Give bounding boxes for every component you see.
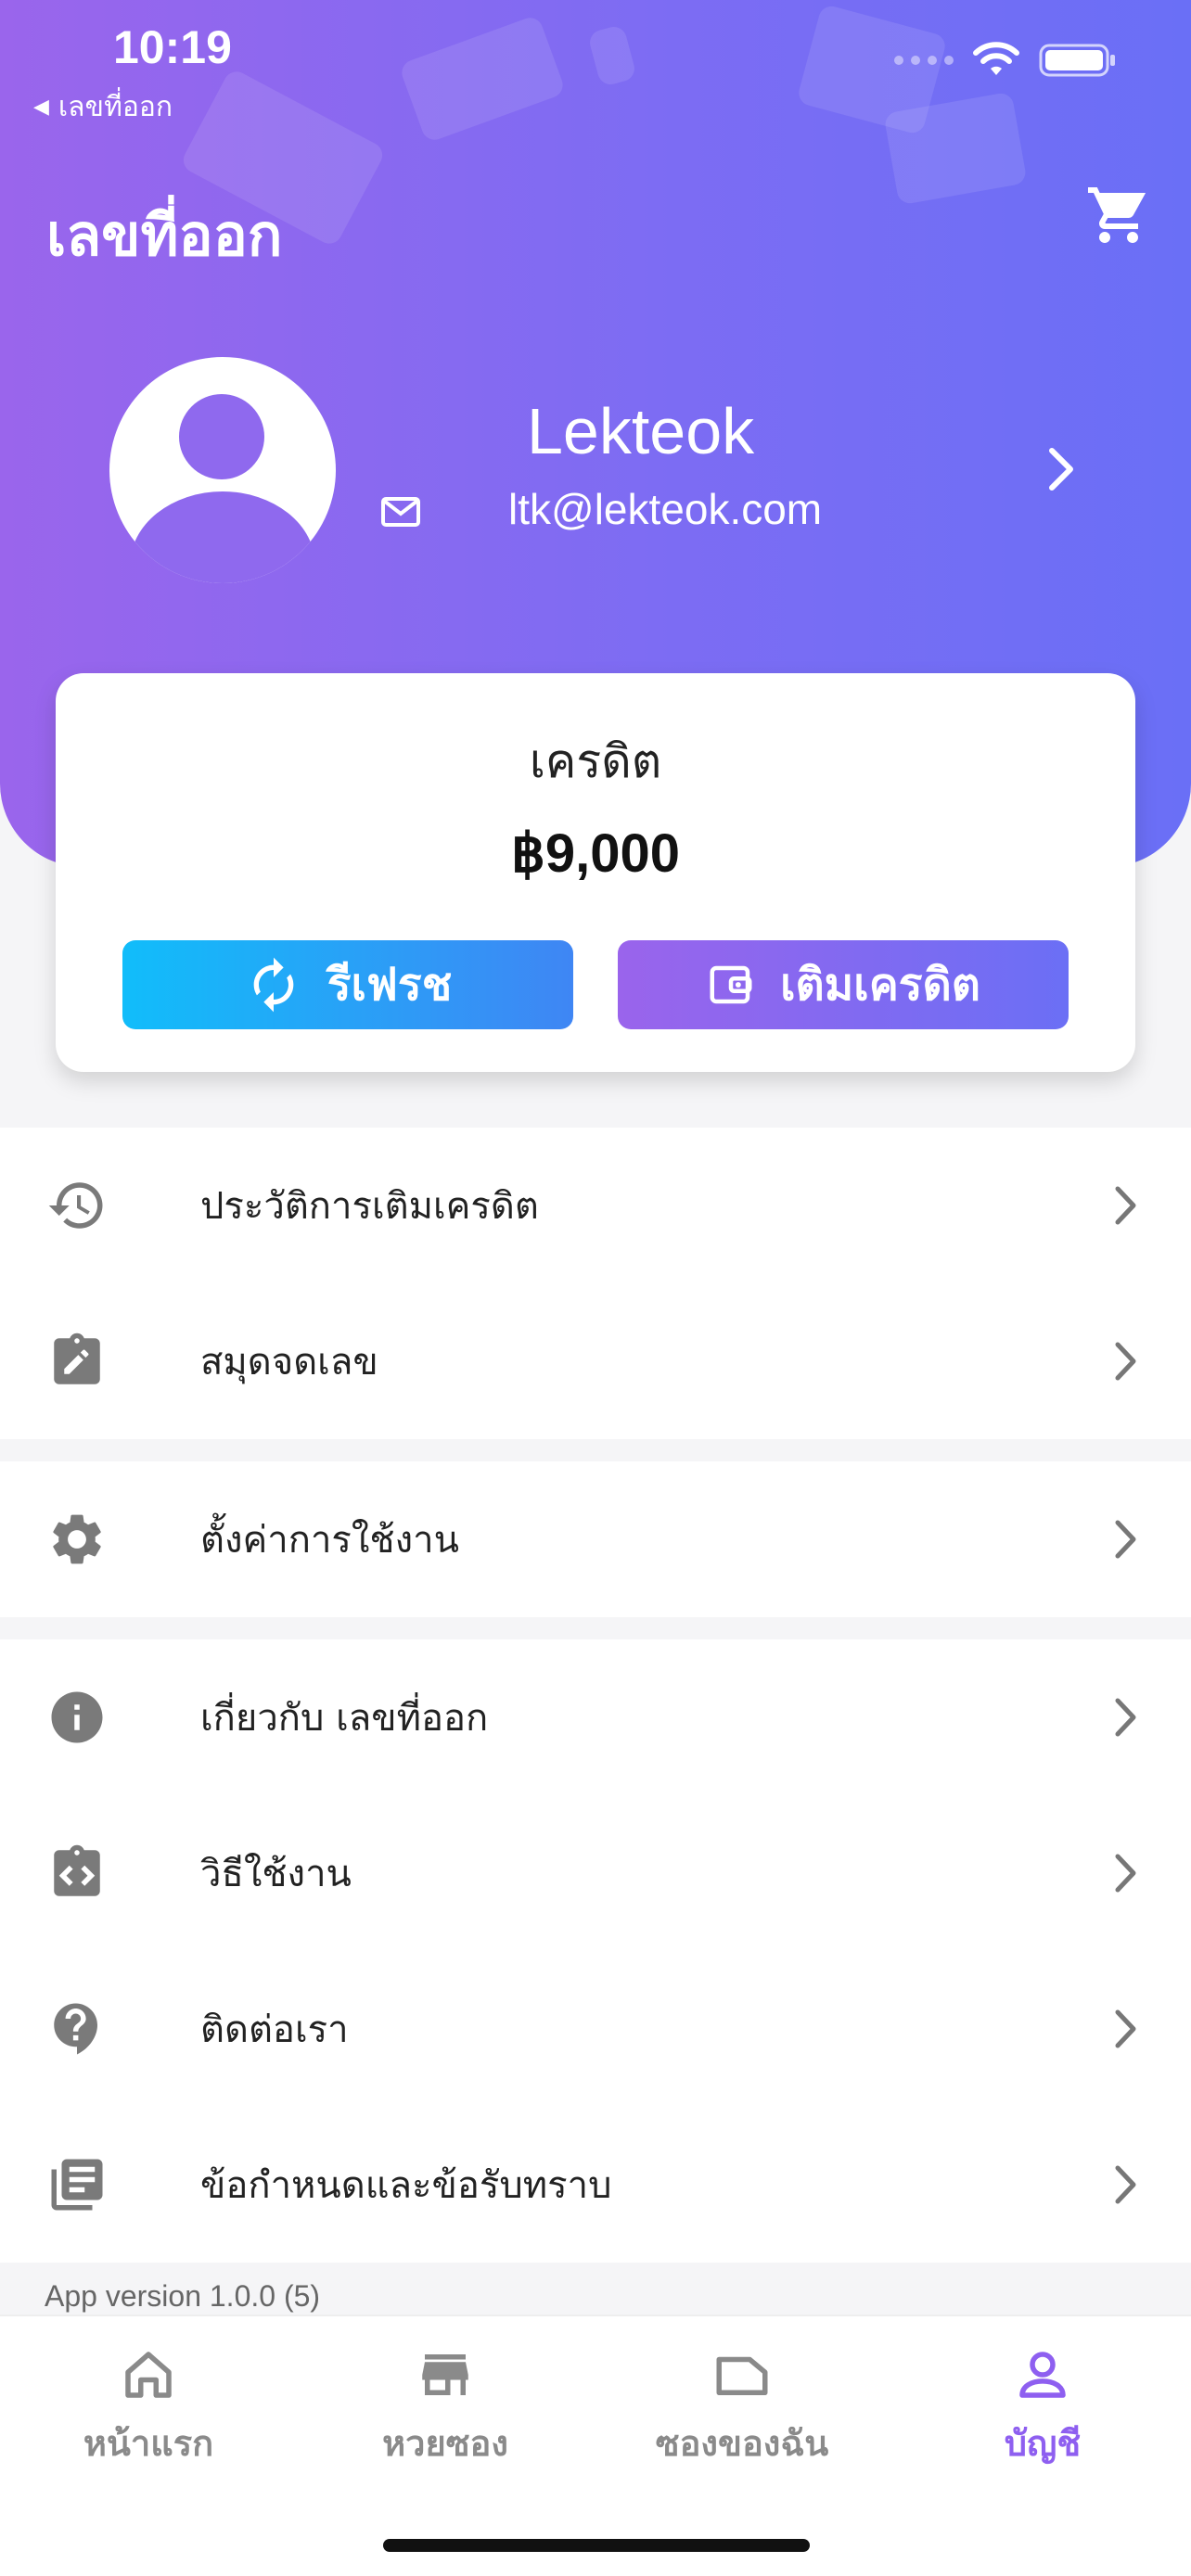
menu-item-label: สมุดจดเลข — [200, 1341, 378, 1384]
menu-item-how-to-use[interactable]: วิธีใช้งาน — [0, 1795, 1191, 1951]
back-to-app-link[interactable]: ◀ เลขที่ออก — [33, 85, 173, 129]
bottom-tab-bar: หน้าแรก หวยซอง ซองของฉัน บัญชี — [0, 2315, 1191, 2576]
wifi-icon — [973, 42, 1019, 75]
refresh-label: รีเฟรช — [327, 959, 453, 1011]
code-badge-icon — [54, 1844, 100, 1896]
money-decoration — [398, 14, 567, 144]
tab-label: หวยซอง — [382, 2423, 508, 2464]
tab-my-envelopes[interactable]: ซองของฉัน — [594, 2344, 890, 2471]
avatar[interactable] — [109, 357, 336, 583]
profile-email: ltk@lekteok.com — [508, 485, 823, 533]
menu-item-settings[interactable]: ตั้งค่าการใช้งาน — [0, 1461, 1191, 1617]
status-indicators — [894, 42, 1117, 79]
profile-name: Lekteok — [527, 395, 755, 467]
gear-icon — [53, 1514, 101, 1564]
menu-item-about[interactable]: เกี่ยวกับ เลขที่ออก — [0, 1639, 1191, 1795]
menu-item-label: ตั้งค่าการใช้งาน — [200, 1519, 459, 1562]
menu-item-label: วิธีใช้งาน — [200, 1853, 352, 1895]
refresh-button[interactable]: รีเฟรช — [122, 940, 573, 1029]
tab-lottery-store[interactable]: หวยซอง — [297, 2344, 594, 2471]
chevron-right-icon — [1115, 1520, 1136, 1559]
chevron-right-icon[interactable] — [1043, 443, 1080, 495]
tab-label: บัญชี — [1004, 2423, 1082, 2464]
home-indicator[interactable] — [383, 2539, 810, 2552]
chevron-right-icon — [1115, 1698, 1136, 1737]
menu-item-label: เกี่ยวกับ เลขที่ออก — [200, 1697, 489, 1740]
document-list-icon — [51, 2159, 103, 2211]
info-icon — [51, 1691, 103, 1743]
tab-account[interactable]: บัญชี — [894, 2344, 1191, 2471]
menu-item-label: ประวัติการเติมเครดิต — [200, 1185, 539, 1228]
chevron-right-icon — [1115, 1186, 1136, 1225]
back-triangle-icon: ◀ — [33, 96, 49, 119]
menu-group-credit: ประวัติการเติมเครดิต สมุดจดเลข — [0, 1128, 1191, 1439]
mail-icon — [381, 497, 420, 527]
help-bubble-icon — [54, 2003, 97, 2055]
credit-card: เครดิต ฿9,000 รีเฟรช เติมเครดิต — [56, 673, 1135, 1072]
menu-group-settings: ตั้งค่าการใช้งาน — [0, 1461, 1191, 1617]
person-icon — [1019, 2352, 1066, 2398]
back-app-label: เลขที่ออก — [58, 91, 173, 123]
page-title: เลขที่ออก — [46, 201, 283, 269]
cart-icon[interactable] — [1085, 182, 1152, 249]
money-decoration — [586, 23, 638, 88]
signal-icon — [894, 56, 954, 65]
topup-label: เติมเครดิต — [780, 959, 980, 1011]
chevron-right-icon — [1115, 1854, 1136, 1893]
credit-label: เครดิต — [529, 734, 662, 788]
avatar-head — [179, 394, 264, 479]
topup-button[interactable]: เติมเครดิต — [618, 940, 1069, 1029]
chevron-right-icon — [1115, 2009, 1136, 2048]
status-time: 10:19 — [113, 21, 232, 73]
menu-group-info: เกี่ยวกับ เลขที่ออก วิธีใช้งาน ติดต่อเรา… — [0, 1639, 1191, 2263]
wallet-icon — [710, 965, 752, 1004]
tab-label: ซองของฉัน — [655, 2423, 829, 2464]
refresh-icon — [253, 957, 294, 1013]
tab-label: หน้าแรก — [83, 2423, 214, 2464]
menu-item-label: ข้อกำหนดและข้อรับทราบ — [200, 2164, 612, 2207]
credit-balance: ฿9,000 — [510, 823, 681, 884]
home-icon — [125, 2352, 172, 2398]
envelope-folder-icon — [716, 2356, 768, 2395]
menu-item-contact[interactable]: ติดต่อเรา — [0, 1951, 1191, 2107]
menu-item-terms[interactable]: ข้อกำหนดและข้อรับทราบ — [0, 2107, 1191, 2263]
history-icon — [48, 1182, 103, 1229]
notebook-edit-icon — [54, 1333, 100, 1384]
battery-icon — [1039, 44, 1115, 77]
store-icon — [422, 2354, 468, 2395]
app-version: App version 1.0.0 (5) — [45, 2279, 321, 2313]
menu-item-label: ติดต่อเรา — [200, 2009, 349, 2051]
menu-item-number-notebook[interactable]: สมุดจดเลข — [0, 1283, 1191, 1439]
avatar-body — [130, 491, 315, 583]
chevron-right-icon — [1115, 2165, 1136, 2204]
tab-home[interactable]: หน้าแรก — [0, 2344, 297, 2471]
menu-item-topup-history[interactable]: ประวัติการเติมเครดิต — [0, 1128, 1191, 1283]
chevron-right-icon — [1115, 1342, 1136, 1381]
